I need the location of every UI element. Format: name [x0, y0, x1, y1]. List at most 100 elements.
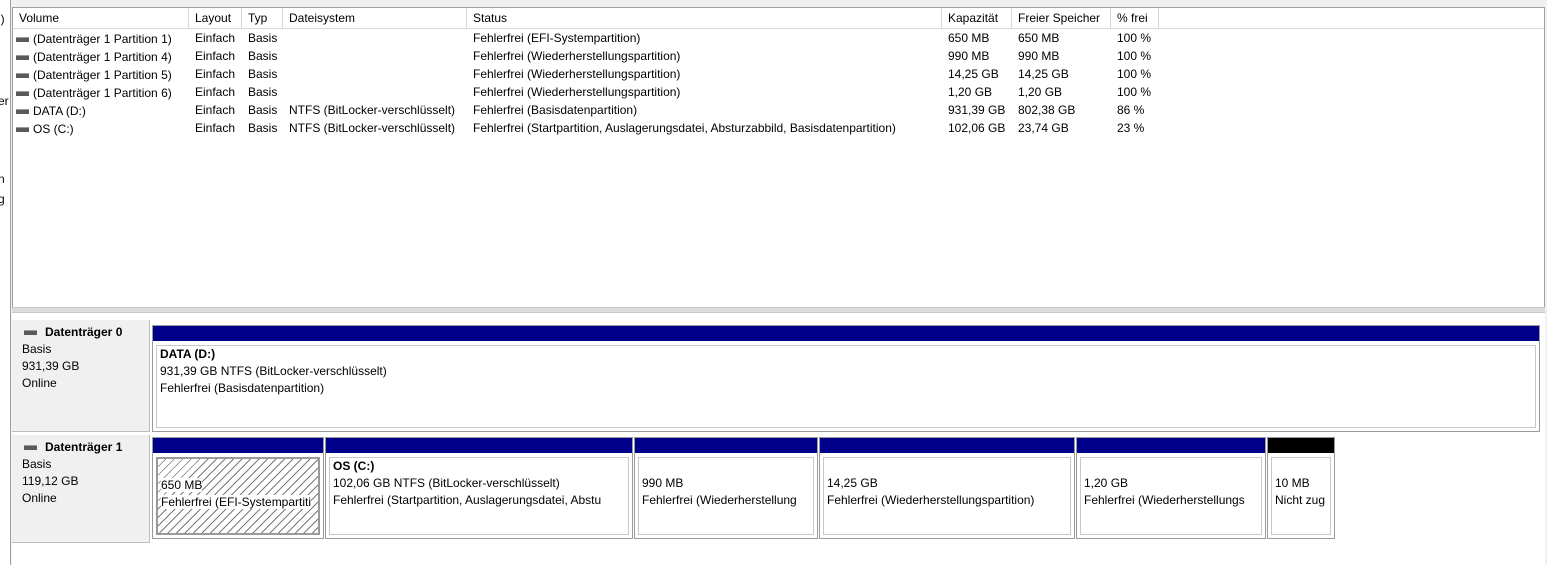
disk-info-1[interactable]: Datenträger 1 Basis 119,12 GB Online	[12, 435, 150, 543]
volume-row[interactable]: OS (C:) Einfach Basis NTFS (BitLocker-versc…	[13, 119, 1544, 137]
cell-freier-speicher: 1,20 GB	[1018, 85, 1063, 99]
partition-size-fs: 931,39 GB NTFS (BitLocker-verschlüsselt)	[160, 364, 387, 378]
column-header-freier-speicher[interactable]: Freier Speicher	[1012, 8, 1111, 28]
volume-list[interactable]: Volume Layout Typ Dateisystem Status Kap…	[12, 7, 1545, 308]
partition-efi[interactable]: 650 MB Fehlerfrei (EFI-Systempartiti	[152, 437, 324, 539]
disk-title: Datenträger 1	[24, 439, 149, 456]
cell-typ: Basis	[248, 103, 278, 117]
partition-size: 1,20 GB	[1084, 476, 1129, 490]
partition-bar-unallocated	[1268, 438, 1334, 453]
partition-bar	[1077, 438, 1265, 453]
column-header-layout[interactable]: Layout	[189, 8, 242, 28]
partition-recovery-3[interactable]: 1,20 GB Fehlerfrei (Wiederherstellungs	[1076, 437, 1266, 539]
partition-status: Fehlerfrei (Wiederherstellung	[642, 493, 797, 507]
cell-volume-name: (Datenträger 1 Partition 1)	[13, 29, 189, 47]
cell-kapazitaet: 650 MB	[948, 31, 990, 45]
partition-bar	[153, 438, 323, 453]
partition-data-d[interactable]: DATA (D:) 931,39 GB NTFS (BitLocker-vers…	[152, 325, 1540, 432]
cell-dateisystem	[283, 47, 467, 65]
cell-volume-name: (Datenträger 1 Partition 6)	[13, 83, 189, 101]
disk-state: Online	[22, 376, 57, 390]
partition-status: Fehlerfrei (Wiederherstellungs	[1084, 493, 1245, 507]
column-header-typ[interactable]: Typ	[242, 8, 283, 28]
cell-prozent-frei: 100 %	[1117, 49, 1152, 63]
cell-status: Fehlerfrei (Wiederherstellungspartition)	[473, 49, 681, 63]
column-header-prozent-frei[interactable]: % frei	[1111, 8, 1159, 28]
cell-layout: Einfach	[195, 85, 236, 99]
partition-details: OS (C:) 102,06 GB NTFS (BitLocker-versch…	[329, 457, 629, 535]
cell-typ: Basis	[248, 31, 278, 45]
partition-details: 1,20 GB Fehlerfrei (Wiederherstellungs	[1080, 457, 1262, 535]
cell-prozent-frei: 86 %	[1117, 103, 1145, 117]
partition-size: 10 MB	[1275, 476, 1310, 490]
partition-status: Fehlerfrei (Startpartition, Auslagerungs…	[333, 493, 602, 507]
disk-size: 931,39 GB	[22, 359, 80, 373]
volume-row[interactable]: (Datenträger 1 Partition 4) Einfach Basis F…	[13, 47, 1544, 65]
nav-fragment: n	[0, 172, 5, 186]
navigation-pane[interactable]: l) er n g	[0, 0, 11, 565]
cell-dateisystem: NTFS (BitLocker-verschlüsselt)	[289, 103, 456, 117]
volume-rows: (Datenträger 1 Partition 1) Einfach Basis F…	[13, 29, 1544, 137]
partition-status: Fehlerfrei (EFI-Systempartiti	[161, 495, 312, 509]
volume-row[interactable]: (Datenträger 1 Partition 5) Einfach Basis F…	[13, 65, 1544, 83]
cell-kapazitaet: 931,39 GB	[948, 103, 1006, 117]
cell-volume-name: DATA (D:)	[13, 101, 189, 119]
volume-drive-icon	[16, 108, 29, 114]
cell-layout: Einfach	[195, 67, 236, 81]
partition-bar	[326, 438, 632, 453]
cell-volume-name: (Datenträger 1 Partition 4)	[13, 47, 189, 65]
cell-volume-name: (Datenträger 1 Partition 5)	[13, 65, 189, 83]
partition-unallocated[interactable]: 10 MB Nicht zug	[1267, 437, 1335, 539]
disk-row-0: Datenträger 0 Basis 931,39 GB Online DAT…	[12, 320, 1545, 432]
partition-name: OS (C:)	[333, 459, 375, 473]
partition-status: Nicht zug	[1275, 493, 1326, 507]
volume-drive-icon	[16, 90, 29, 96]
partition-details: 14,25 GB Fehlerfrei (Wiederherstellungsp…	[823, 457, 1071, 535]
volume-list-header: Volume Layout Typ Dateisystem Status Kap…	[13, 8, 1544, 29]
nav-fragment: er	[0, 94, 9, 108]
disk-drive-icon	[24, 330, 37, 335]
partition-details: 990 MB Fehlerfrei (Wiederherstellung	[638, 457, 814, 535]
cell-status: Fehlerfrei (Basisdatenpartition)	[473, 103, 638, 117]
partition-bar	[635, 438, 817, 453]
cell-status: Fehlerfrei (EFI-Systempartition)	[473, 31, 641, 45]
column-header-volume[interactable]: Volume	[13, 8, 189, 28]
cell-status: Fehlerfrei (Wiederherstellungspartition)	[473, 85, 681, 99]
partition-status: Fehlerfrei (Wiederherstellungspartition)	[827, 493, 1035, 507]
disk-type: Basis	[22, 342, 52, 356]
volume-row[interactable]: (Datenträger 1 Partition 1) Einfach Basis F…	[13, 29, 1544, 47]
cell-kapazitaet: 102,06 GB	[948, 121, 1006, 135]
partition-os-c[interactable]: OS (C:) 102,06 GB NTFS (BitLocker-versch…	[325, 437, 633, 539]
cell-kapazitaet: 1,20 GB	[948, 85, 993, 99]
column-header-kapazitaet[interactable]: Kapazität	[942, 8, 1012, 28]
partition-details: 650 MB Fehlerfrei (EFI-Systempartiti	[156, 457, 320, 535]
cell-dateisystem	[283, 29, 467, 47]
partition-size-fs: 102,06 GB NTFS (BitLocker-verschlüsselt)	[333, 476, 560, 490]
column-header-status[interactable]: Status	[467, 8, 942, 28]
volume-drive-icon	[16, 36, 29, 42]
column-header-dateisystem[interactable]: Dateisystem	[283, 8, 467, 28]
cell-layout: Einfach	[195, 103, 236, 117]
cell-typ: Basis	[248, 121, 278, 135]
volume-row[interactable]: DATA (D:) Einfach Basis NTFS (BitLocker-ver…	[13, 101, 1544, 119]
partition-size: 990 MB	[642, 476, 684, 490]
disk-graphical-view: Datenträger 0 Basis 931,39 GB Online DAT…	[12, 313, 1545, 565]
disk-state: Online	[22, 491, 57, 505]
cell-volume-name: OS (C:)	[13, 119, 189, 137]
cell-freier-speicher: 990 MB	[1018, 49, 1060, 63]
partition-recovery-1[interactable]: 990 MB Fehlerfrei (Wiederherstellung	[634, 437, 818, 539]
disk-size: 119,12 GB	[22, 474, 79, 488]
cell-status: Fehlerfrei (Startpartition, Auslagerungs…	[473, 121, 896, 135]
disk-info-0[interactable]: Datenträger 0 Basis 931,39 GB Online	[12, 320, 150, 432]
partition-details: 10 MB Nicht zug	[1271, 457, 1331, 535]
cell-freier-speicher: 802,38 GB	[1018, 103, 1076, 117]
cell-prozent-frei: 100 %	[1117, 67, 1152, 81]
volume-row[interactable]: (Datenträger 1 Partition 6) Einfach Basis F…	[13, 83, 1544, 101]
cell-layout: Einfach	[195, 31, 236, 45]
cell-kapazitaet: 990 MB	[948, 49, 990, 63]
disk-row-1: Datenträger 1 Basis 119,12 GB Online 650…	[12, 435, 1545, 545]
volume-drive-icon	[16, 54, 29, 60]
partition-recovery-2[interactable]: 14,25 GB Fehlerfrei (Wiederherstellungsp…	[819, 437, 1075, 539]
volume-drive-icon	[16, 72, 29, 78]
partition-status: Fehlerfrei (Basisdatenpartition)	[160, 381, 325, 395]
